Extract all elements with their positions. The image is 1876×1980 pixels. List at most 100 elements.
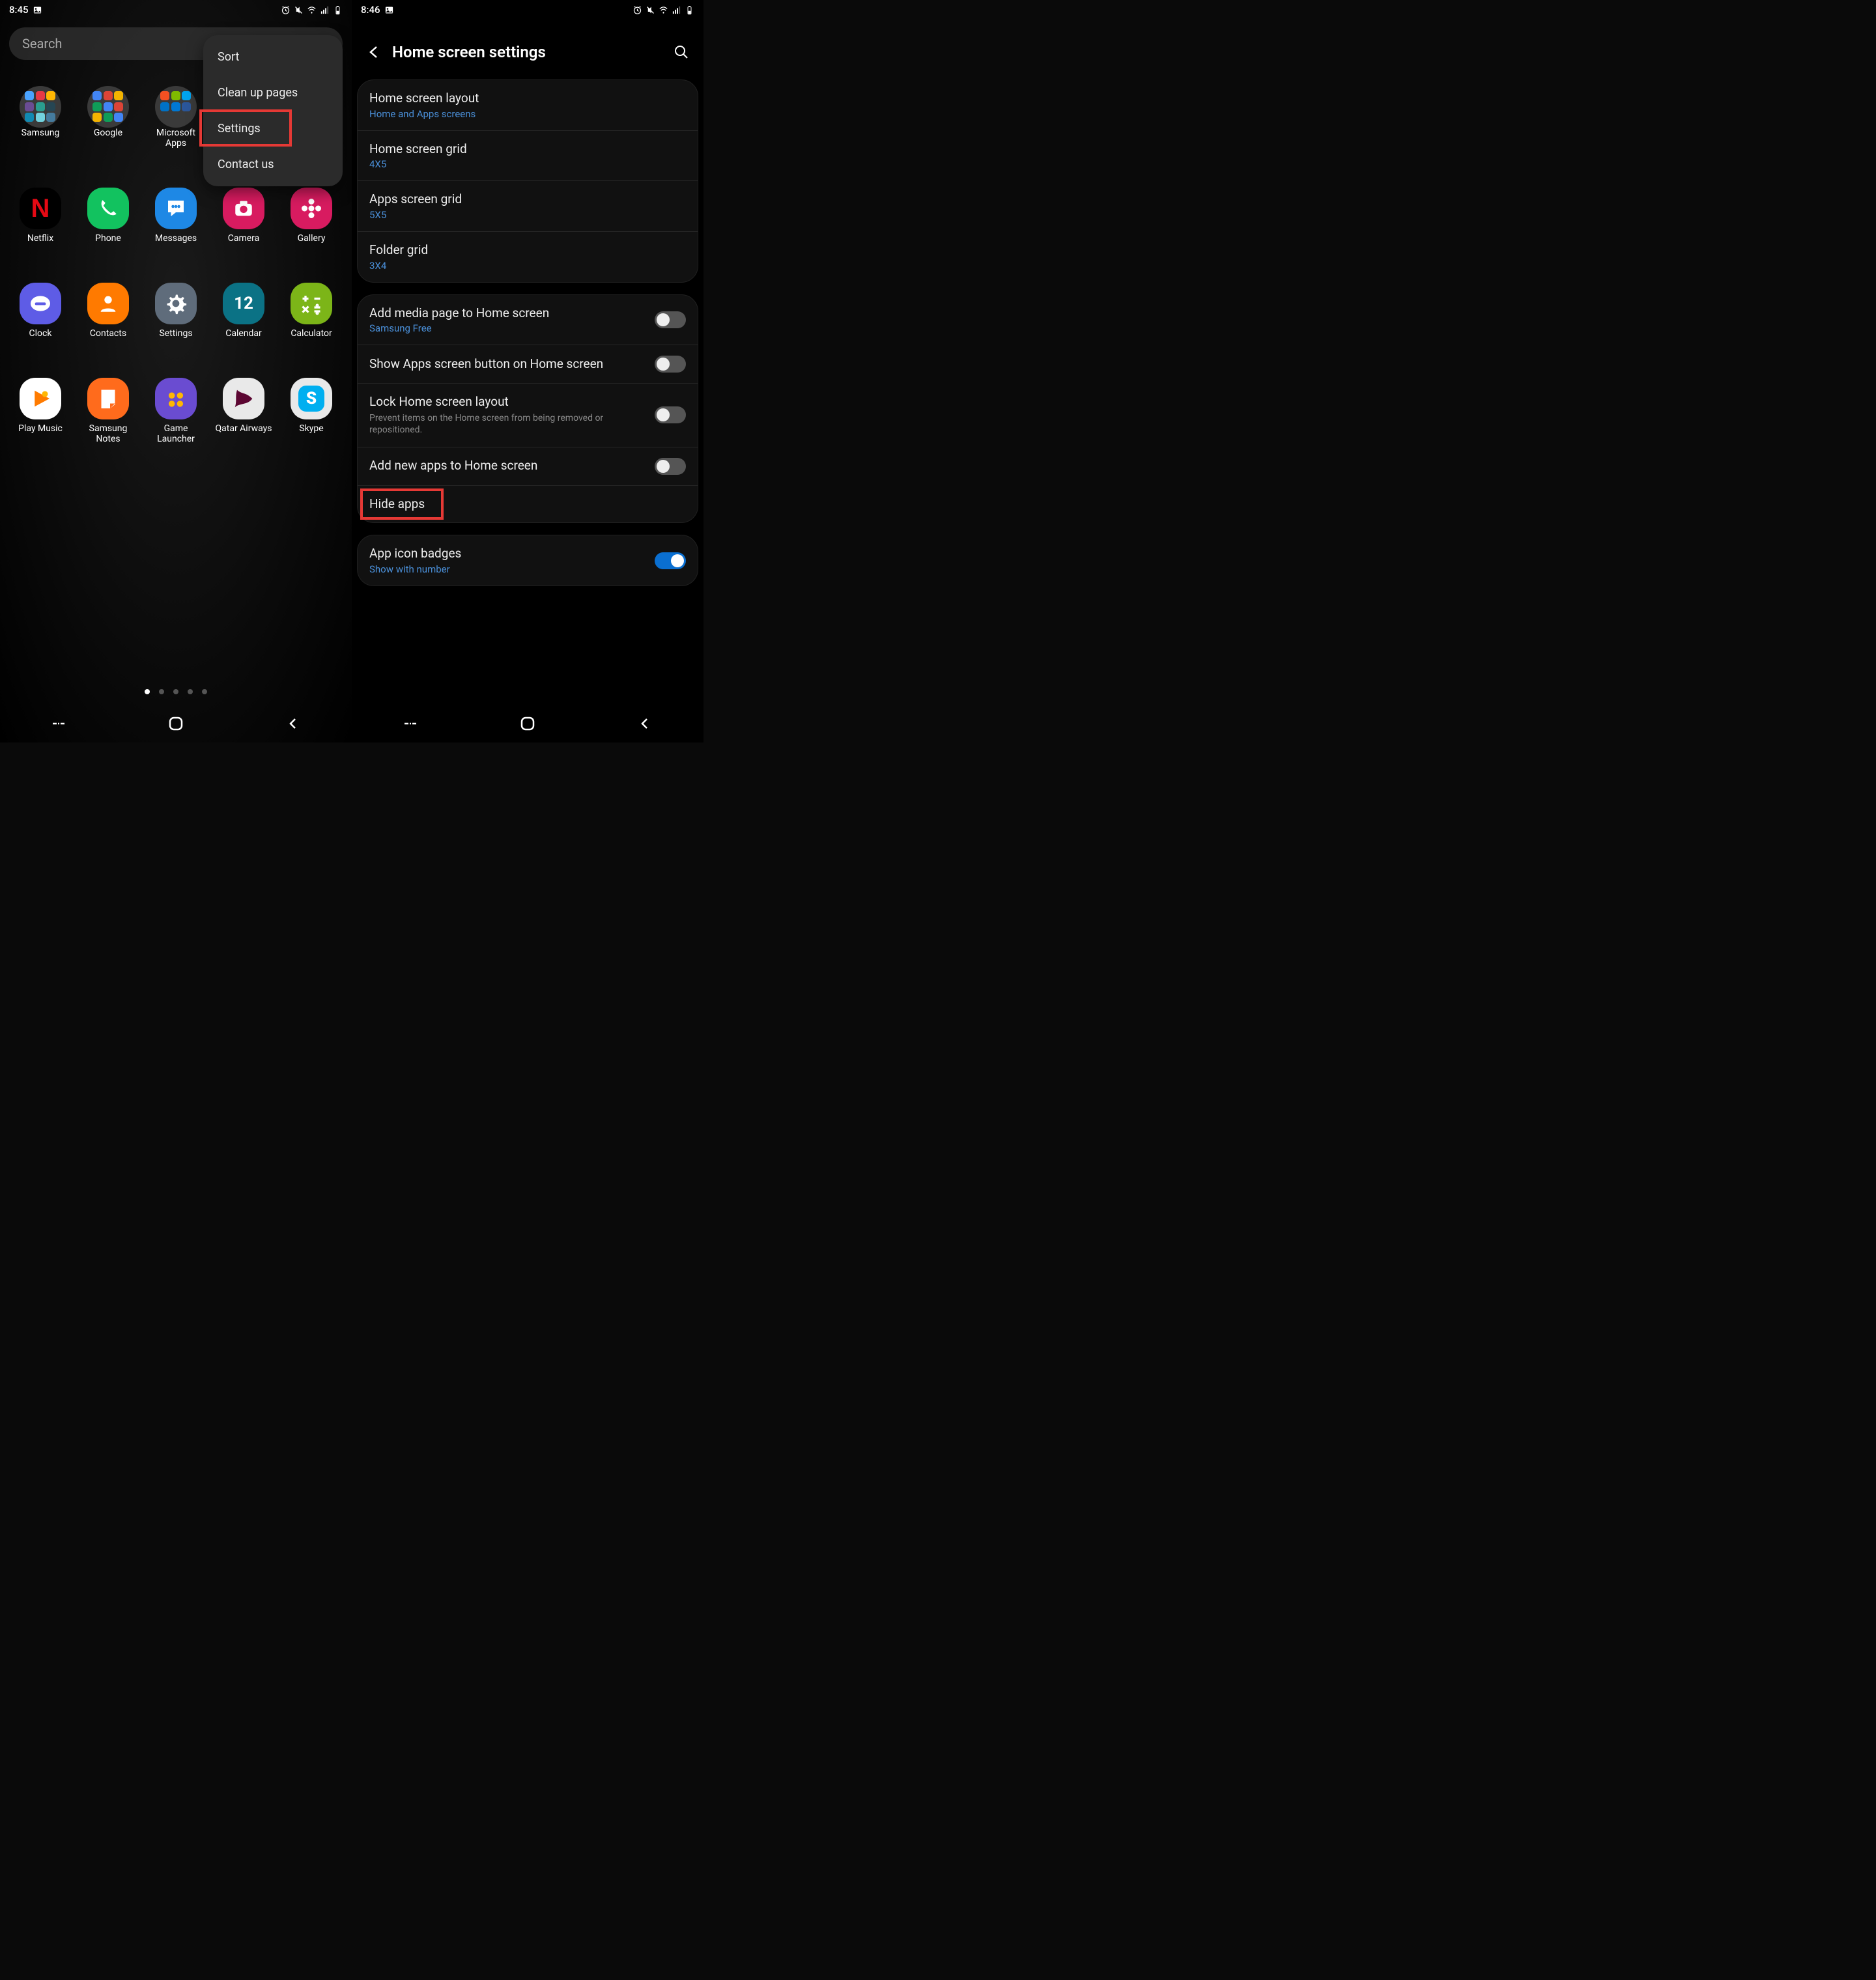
setting-title: Hide apps [369, 496, 686, 513]
app-phone[interactable]: Phone [74, 188, 142, 244]
setting-add-media-page-to-home-screen[interactable]: Add media page to Home screenSamsung Fre… [358, 295, 698, 346]
setting-title: Home screen grid [369, 141, 686, 158]
app-label: Play Music [18, 423, 63, 434]
app-icon [155, 188, 197, 229]
status-bar: 8:46 [352, 0, 704, 20]
app-messages[interactable]: Messages [142, 188, 210, 244]
app-microsoft-apps[interactable]: Microsoft Apps [142, 86, 210, 148]
back-button[interactable] [280, 711, 306, 737]
navigation-bar [352, 705, 704, 742]
app-icon [291, 283, 332, 324]
app-calculator[interactable]: Calculator [277, 283, 345, 339]
app-label: Camera [228, 233, 260, 244]
setting-hide-apps[interactable]: Hide apps [358, 486, 698, 523]
page-dot[interactable] [202, 689, 207, 694]
app-skype[interactable]: SSkype [277, 378, 345, 444]
app-game-launcher[interactable]: Game Launcher [142, 378, 210, 444]
setting-subtitle: 3X4 [369, 260, 686, 272]
toggle-switch[interactable] [655, 458, 686, 475]
app-label: Contacts [90, 328, 126, 339]
home-button[interactable] [163, 711, 189, 737]
setting-title: Home screen layout [369, 91, 686, 107]
page-dot[interactable] [159, 689, 164, 694]
search-icon[interactable] [672, 43, 690, 61]
app-icon [291, 188, 332, 229]
settings-group: Add media page to Home screenSamsung Fre… [357, 294, 698, 523]
alarm-icon [281, 5, 291, 15]
setting-home-screen-layout[interactable]: Home screen layoutHome and Apps screens [358, 80, 698, 131]
app-icon [155, 378, 197, 419]
page-title: Home screen settings [392, 43, 663, 61]
page-dot[interactable] [173, 689, 178, 694]
app-label: Calculator [291, 328, 332, 339]
menu-item-contact-us[interactable]: Contact us [203, 147, 343, 182]
setting-app-icon-badges[interactable]: App icon badgesShow with number [358, 535, 698, 586]
alarm-icon [632, 5, 642, 15]
folder-icon [87, 86, 129, 128]
toggle-switch[interactable] [655, 311, 686, 328]
app-google[interactable]: Google [74, 86, 142, 148]
app-samsung[interactable]: Samsung [7, 86, 74, 148]
setting-subtitle: Home and Apps screens [369, 108, 686, 120]
back-icon[interactable] [365, 43, 383, 61]
app-contacts[interactable]: Contacts [74, 283, 142, 339]
page-dot[interactable] [145, 689, 150, 694]
setting-subtitle: Samsung Free [369, 322, 646, 334]
toggle-switch[interactable] [655, 406, 686, 423]
setting-subtitle: Show with number [369, 563, 646, 575]
status-time: 8:45 [9, 4, 29, 16]
app-play-music[interactable]: Play Music [7, 378, 74, 444]
app-label: Samsung Notes [79, 423, 137, 444]
app-icon: 12 [223, 283, 264, 324]
context-menu: SortClean up pagesSettingsContact us [203, 35, 343, 186]
home-button[interactable] [515, 711, 541, 737]
menu-item-clean-up-pages[interactable]: Clean up pages [203, 75, 343, 111]
app-samsung-notes[interactable]: Samsung Notes [74, 378, 142, 444]
recents-button[interactable] [397, 711, 423, 737]
app-calendar[interactable]: 12Calendar [210, 283, 277, 339]
app-netflix[interactable]: NNetflix [7, 188, 74, 244]
menu-item-settings[interactable]: Settings [203, 111, 343, 147]
home-screen-settings-screen: 8:46 Home screen settings Home screen la… [352, 0, 704, 742]
app-label: Phone [95, 233, 121, 244]
app-icon [20, 378, 61, 419]
setting-title: Add new apps to Home screen [369, 458, 646, 474]
back-button[interactable] [632, 711, 658, 737]
toggle-switch[interactable] [655, 356, 686, 373]
app-label: Microsoft Apps [147, 128, 205, 148]
setting-title: Folder grid [369, 242, 686, 259]
app-icon [155, 283, 197, 324]
folder-icon [20, 86, 61, 128]
app-icon [87, 188, 129, 229]
recents-button[interactable] [46, 711, 72, 737]
setting-description: Prevent items on the Home screen from be… [369, 412, 646, 436]
app-label: Qatar Airways [216, 423, 272, 434]
app-label: Google [94, 128, 122, 138]
page-dot[interactable] [188, 689, 193, 694]
setting-lock-home-screen-layout[interactable]: Lock Home screen layoutPrevent items on … [358, 384, 698, 447]
app-settings[interactable]: Settings [142, 283, 210, 339]
setting-add-new-apps-to-home-screen[interactable]: Add new apps to Home screen [358, 447, 698, 486]
app-icon [87, 283, 129, 324]
app-qatar-airways[interactable]: Qatar Airways [210, 378, 277, 444]
setting-apps-screen-grid[interactable]: Apps screen grid5X5 [358, 181, 698, 232]
folder-icon [155, 86, 197, 128]
signal-icon [320, 5, 330, 15]
navigation-bar [0, 705, 352, 742]
app-label: Game Launcher [147, 423, 205, 444]
menu-item-sort[interactable]: Sort [203, 39, 343, 75]
page-indicator[interactable] [0, 689, 352, 694]
setting-title: Add media page to Home screen [369, 305, 646, 322]
setting-folder-grid[interactable]: Folder grid3X4 [358, 232, 698, 282]
app-clock[interactable]: Clock [7, 283, 74, 339]
app-gallery[interactable]: Gallery [277, 188, 345, 244]
toggle-switch[interactable] [655, 552, 686, 569]
app-camera[interactable]: Camera [210, 188, 277, 244]
settings-group: App icon badgesShow with number [357, 535, 698, 586]
setting-home-screen-grid[interactable]: Home screen grid4X5 [358, 131, 698, 182]
battery-icon [685, 5, 694, 15]
app-label: Messages [155, 233, 197, 244]
image-icon [33, 5, 42, 15]
setting-title: Show Apps screen button on Home screen [369, 356, 646, 373]
setting-show-apps-screen-button-on-home-screen[interactable]: Show Apps screen button on Home screen [358, 345, 698, 384]
